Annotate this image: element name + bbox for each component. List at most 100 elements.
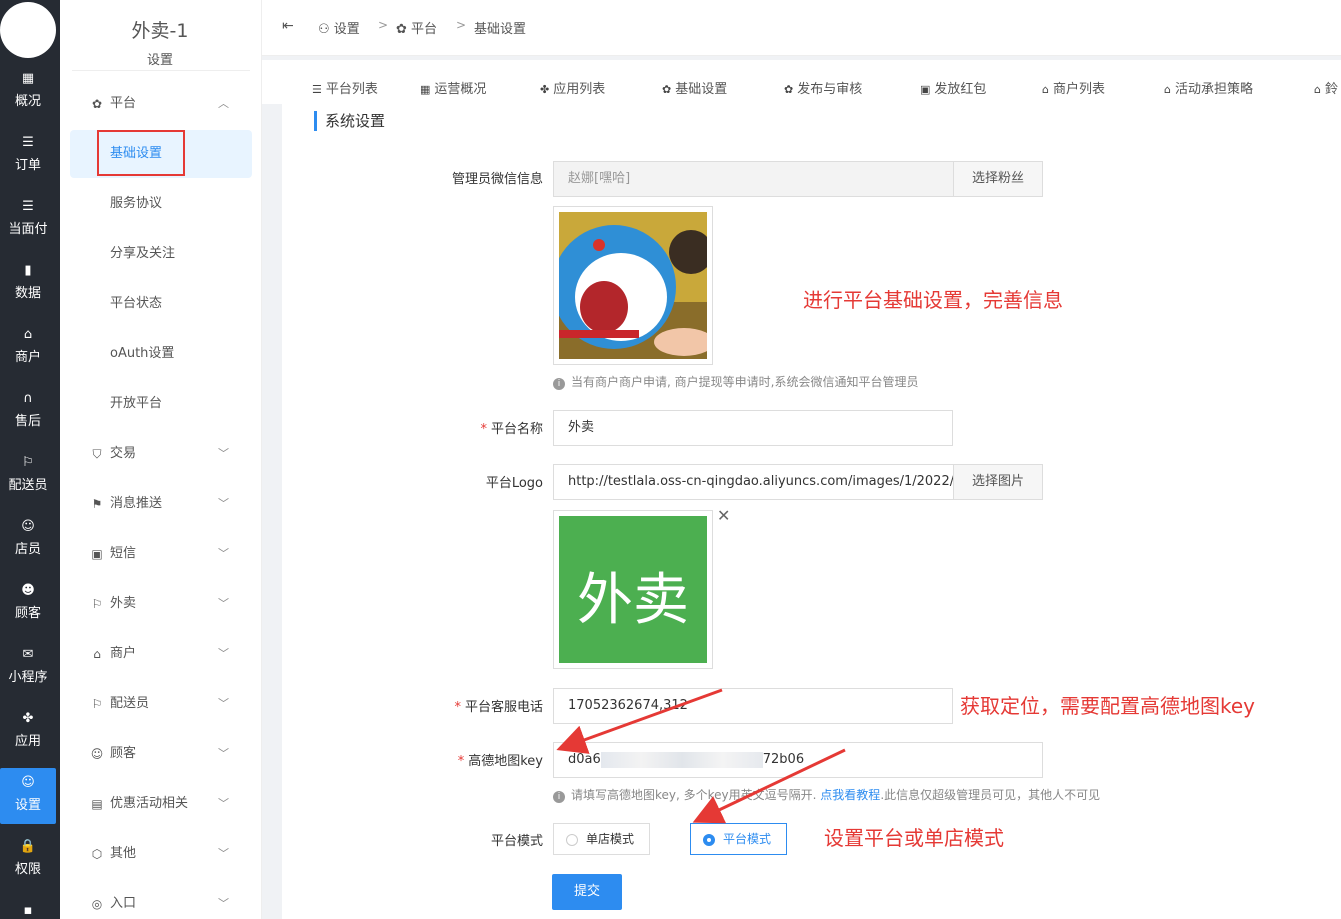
rail-item-配送员[interactable]: ⚐ 配送员 bbox=[0, 448, 56, 504]
tab-7[interactable]: ⌂ 活动承担策略 bbox=[1164, 78, 1253, 97]
user-settings-icon: ⚇ bbox=[318, 22, 334, 37]
platform-mode-radio[interactable]: 平台模式 bbox=[690, 823, 787, 855]
annotation-basic-settings: 进行平台基础设置，完善信息 bbox=[803, 288, 1063, 312]
tab-3[interactable]: ✿ 基础设置 bbox=[662, 78, 727, 97]
info-icon: i bbox=[553, 791, 565, 803]
platform-mode-label: 平台模式 bbox=[490, 834, 543, 849]
tab-5[interactable]: ▣ 发放红包 bbox=[920, 78, 986, 97]
sidebar-group-6[interactable]: ☺ 顾客 ﹀ bbox=[60, 734, 260, 774]
rail-item-label: 应用 bbox=[14, 734, 41, 749]
icon-rail: ▦ 概况 ☰ 订单 ☰ 当面付 ▮ 数据 ⌂ 商户 ∩ 售后 ⚐ 配送员 ☺ 店员 ☻ 顾客 ✉ 小程序 ✤ 应用 ☺ 设置 🔒… bbox=[0, 0, 60, 919]
form-footer: 提交 bbox=[282, 857, 1341, 919]
sidebar-group-label: 顾客 bbox=[110, 746, 137, 761]
chevron-up-icon: ︿ bbox=[218, 97, 229, 110]
list-icon: ☰ bbox=[22, 199, 34, 214]
sub-sidebar: 外卖-1 设置 ✿ 平台 ︿ 基础设置 服务协议 分享及关注 平台状态 oAuth设置开… bbox=[60, 0, 262, 919]
platform-logo-input[interactable]: http://testlala.oss-cn-qingdao.aliyuncs.… bbox=[553, 464, 954, 500]
settings-user-icon: ☺ bbox=[21, 775, 35, 790]
gift-icon: ▤ bbox=[91, 797, 103, 811]
sidebar-group-7[interactable]: ▤ 优惠活动相关 ﹀ bbox=[60, 784, 260, 824]
lock-icon: 🔒 bbox=[19, 839, 37, 854]
tab-8[interactable]: ⌂ 鈴 bbox=[1314, 78, 1338, 97]
rail-item-label: 小程序 bbox=[8, 670, 48, 685]
tab-4[interactable]: ✿ 发布与审核 bbox=[784, 78, 862, 97]
section-title: 系统设置 bbox=[314, 111, 385, 131]
sidebar-group-platform[interactable]: ✿ 平台 ︿ bbox=[60, 84, 260, 124]
select-image-button[interactable]: 选择图片 bbox=[953, 464, 1043, 500]
admin-wechat-label: 管理员微信信息 bbox=[451, 172, 543, 187]
rail-item-label: 设置 bbox=[14, 798, 41, 813]
service-phone-input[interactable]: 17052362674,312 bbox=[553, 688, 953, 724]
rider-icon: ⚐ bbox=[91, 697, 103, 711]
tab-6[interactable]: ⌂ 商户列表 bbox=[1042, 78, 1105, 97]
tab-icon: ⌂ bbox=[1164, 83, 1171, 96]
sidebar-group-label: 消息推送 bbox=[110, 496, 163, 511]
close-icon[interactable]: ✕ bbox=[717, 506, 730, 525]
rail-item-订单[interactable]: ☰ 订单 bbox=[0, 128, 56, 184]
rail-item-应用[interactable]: ✤ 应用 bbox=[0, 704, 56, 760]
highlight-box bbox=[97, 130, 185, 176]
sidebar-item-2[interactable]: 分享及关注 bbox=[70, 230, 252, 278]
rail-item-数据[interactable]: ▮ 数据 bbox=[0, 256, 56, 312]
tutorial-link[interactable]: 点我看教程 bbox=[820, 788, 880, 802]
sidebar-group-0[interactable]: ⛉ 交易 ﹀ bbox=[60, 434, 260, 474]
sidebar-group-2[interactable]: ▣ 短信 ﹀ bbox=[60, 534, 260, 574]
breadcrumb-separator: > bbox=[378, 18, 389, 32]
sidebar-item-1[interactable]: 服务协议 bbox=[70, 180, 252, 228]
admin-wechat-input: 赵娜[嘿哈] bbox=[553, 161, 954, 197]
apps-icon: ✤ bbox=[22, 711, 34, 726]
tab-icon: ▦ bbox=[420, 83, 431, 96]
users-icon: ☺ bbox=[21, 519, 35, 534]
sidebar-group-1[interactable]: ⚑ 消息推送 ﹀ bbox=[60, 484, 260, 524]
tab-1[interactable]: ▦ 运营概况 bbox=[420, 78, 486, 97]
rail-item-more[interactable]: ▪ bbox=[0, 896, 56, 919]
rail-item-设置[interactable]: ☺ 设置 bbox=[0, 768, 56, 824]
rail-item-当面付[interactable]: ☰ 当面付 bbox=[0, 192, 56, 248]
sidebar-group-label: 优惠活动相关 bbox=[110, 796, 189, 811]
tab-0[interactable]: ☰ 平台列表 bbox=[312, 78, 378, 97]
single-store-mode-radio[interactable]: 单店模式 bbox=[553, 823, 650, 855]
sidebar-item-5[interactable]: 开放平台 bbox=[70, 380, 252, 428]
info-icon: i bbox=[553, 378, 565, 390]
rail-item-label: 售后 bbox=[14, 414, 41, 429]
tab-label: 运营概况 bbox=[434, 82, 487, 97]
amap-key-input[interactable]: d0a6 72b06 bbox=[553, 742, 1043, 778]
rail-item-label: 配送员 bbox=[8, 478, 48, 493]
collapse-menu-icon[interactable]: ⇤ bbox=[282, 18, 294, 34]
tab-icon: ⌂ bbox=[1314, 83, 1321, 96]
rail-item-label: 订单 bbox=[14, 158, 41, 173]
rail-item-顾客[interactable]: ☻ 顾客 bbox=[0, 576, 56, 632]
store-icon: ⌂ bbox=[93, 647, 101, 661]
gear-icon: ✿ bbox=[91, 97, 103, 111]
tab-label: 鈴 bbox=[1324, 82, 1338, 97]
breadcrumb-settings[interactable]: ⚇ 设置 bbox=[318, 18, 360, 37]
sidebar-group-9[interactable]: ◎ 入口 ﹀ bbox=[60, 884, 260, 919]
rail-item-权限[interactable]: 🔒 权限 bbox=[0, 832, 56, 888]
submit-button[interactable]: 提交 bbox=[552, 874, 622, 910]
sidebar-item-4[interactable]: oAuth设置 bbox=[70, 330, 252, 378]
sidebar-group-3[interactable]: ⚐ 外卖 ﹀ bbox=[60, 584, 260, 624]
rail-item-店员[interactable]: ☺ 店员 bbox=[0, 512, 56, 568]
select-fans-button[interactable]: 选择粉丝 bbox=[953, 161, 1043, 197]
chevron-down-icon: ﹀ bbox=[218, 697, 229, 710]
sidebar-group-label: 商户 bbox=[110, 646, 137, 661]
sidebar-group-label: 入口 bbox=[110, 896, 137, 911]
avatar[interactable] bbox=[0, 2, 56, 58]
rail-item-商户[interactable]: ⌂ 商户 bbox=[0, 320, 56, 376]
top-bar: ⇤ ⚇ 设置 > ✿ 平台 > 基础设置 bbox=[262, 0, 1341, 56]
sidebar-item-3[interactable]: 平台状态 bbox=[70, 280, 252, 328]
tab-2[interactable]: ✤ 应用列表 bbox=[540, 78, 605, 97]
sidebar-group-8[interactable]: ⬡ 其他 ﹀ bbox=[60, 834, 260, 874]
rail-item-label: 当面付 bbox=[8, 222, 48, 237]
admin-avatar-image bbox=[552, 206, 714, 365]
rail-item-概况[interactable]: ▦ 概况 bbox=[0, 64, 56, 120]
sidebar-group-label: 外卖 bbox=[110, 596, 137, 611]
rail-item-小程序[interactable]: ✉ 小程序 bbox=[0, 640, 56, 696]
breadcrumb-platform[interactable]: ✿ 平台 bbox=[396, 18, 437, 37]
rail-item-label: 店员 bbox=[14, 542, 41, 557]
platform-name-input[interactable]: 外卖 bbox=[553, 410, 953, 446]
sidebar-group-5[interactable]: ⚐ 配送员 ﹀ bbox=[60, 684, 260, 724]
rail-item-售后[interactable]: ∩ 售后 bbox=[0, 384, 56, 440]
sidebar-group-4[interactable]: ⌂ 商户 ﹀ bbox=[60, 634, 260, 674]
rail-item-label: 顾客 bbox=[14, 606, 41, 621]
